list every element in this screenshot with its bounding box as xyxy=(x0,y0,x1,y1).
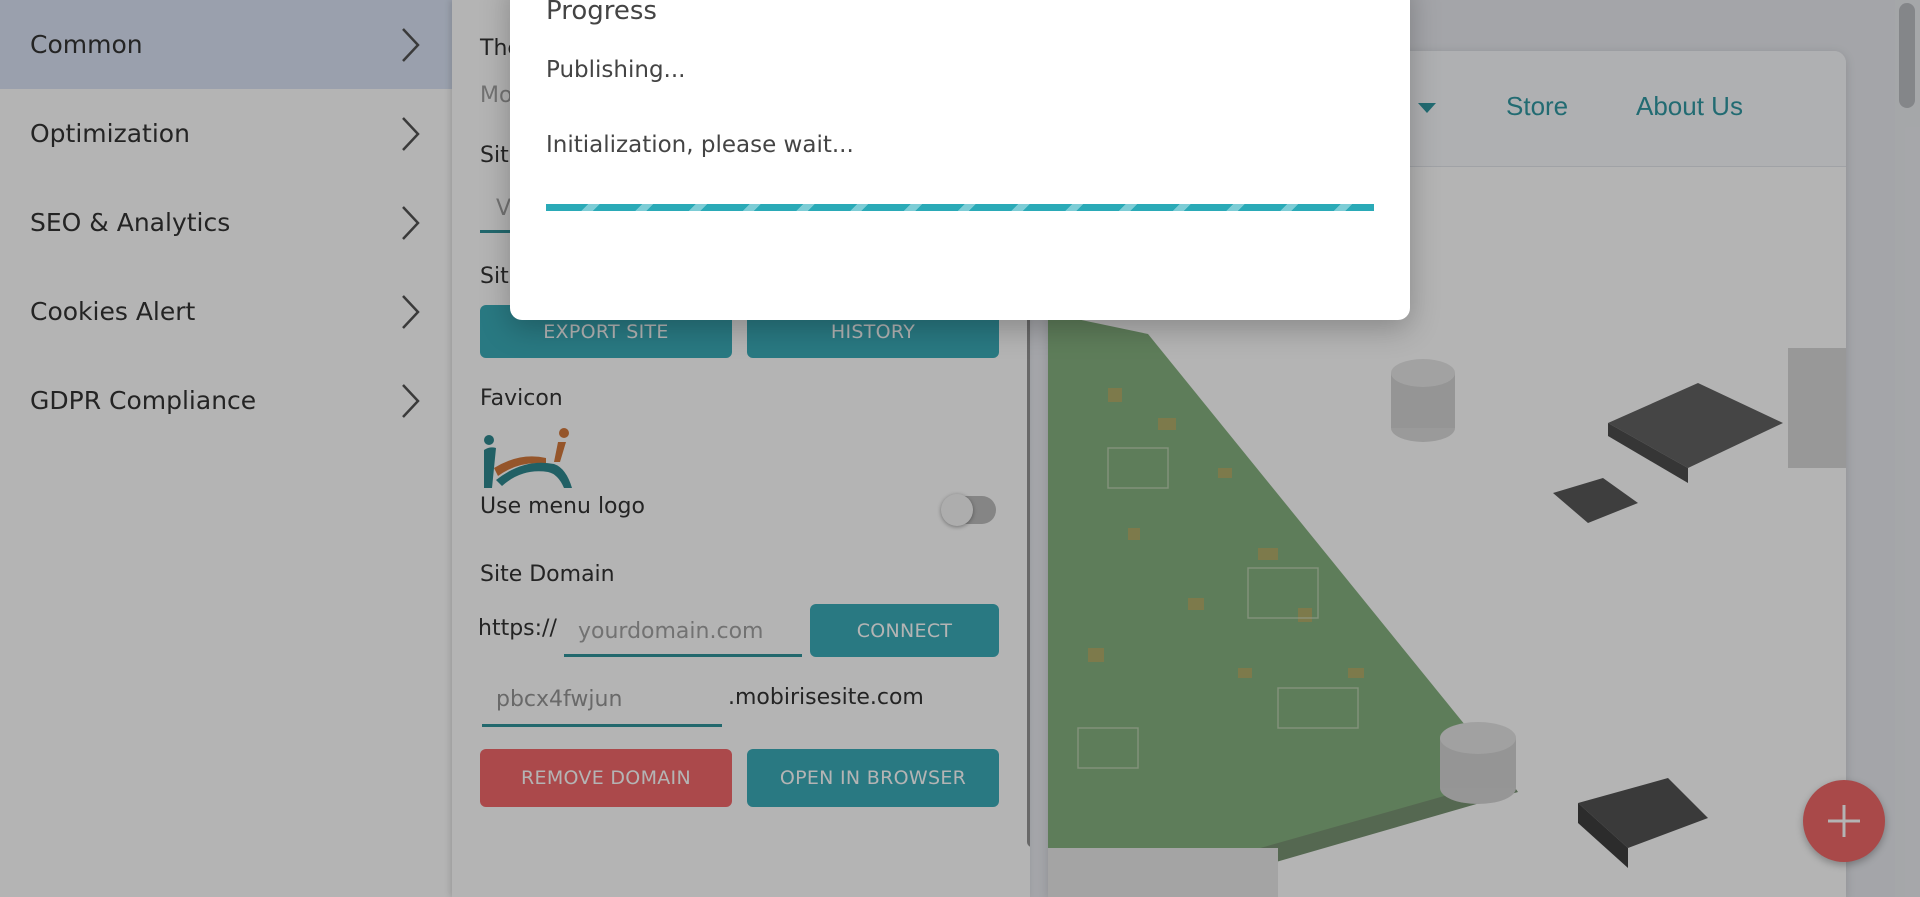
progress-bar-fill xyxy=(546,204,1374,211)
publishing-status: Publishing... xyxy=(546,57,686,83)
dialog-title: Progress xyxy=(546,0,657,26)
progress-dialog: Progress Publishing... Initialization, p… xyxy=(510,0,1410,320)
publish-progress-bar xyxy=(546,204,1374,211)
initialization-message: Initialization, please wait... xyxy=(546,132,854,158)
